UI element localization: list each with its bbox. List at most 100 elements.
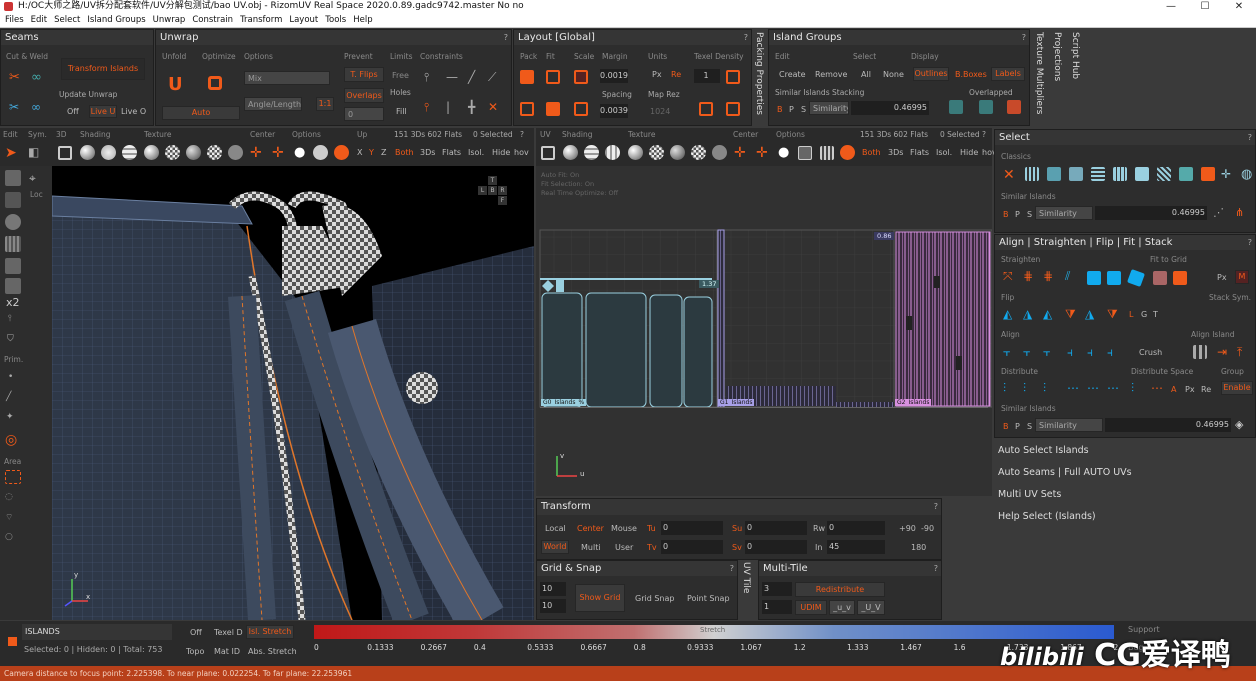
align-sim-b[interactable]: B xyxy=(1003,422,1009,431)
flip-1-icon[interactable]: ◭ xyxy=(1003,307,1017,321)
uv-tile-icon[interactable] xyxy=(798,146,812,160)
light-icon[interactable]: ● xyxy=(294,145,308,160)
tv-field[interactable]: 0 xyxy=(661,540,723,554)
align-3-icon[interactable]: ⫟ xyxy=(1043,345,1057,359)
align-sim-s[interactable]: S xyxy=(1027,422,1032,431)
stack-overlap-icon[interactable] xyxy=(979,100,993,114)
tool-circle-select-icon[interactable]: ○ xyxy=(5,532,19,546)
auto-seams[interactable]: Auto Seams | Full AUTO UVs xyxy=(998,467,1132,478)
islands-mode[interactable]: ISLANDS xyxy=(22,624,172,640)
uv-checker-icon[interactable] xyxy=(649,145,664,160)
select-grid-5-icon[interactable] xyxy=(1113,167,1127,181)
flip-2-icon[interactable]: ◮ xyxy=(1023,307,1037,321)
menu-files[interactable]: Files xyxy=(3,13,29,27)
tool-loc-icon[interactable]: ⌖ xyxy=(29,171,43,185)
uv-dark-sphere-icon[interactable] xyxy=(670,145,685,160)
dist-2-icon[interactable]: ⫶ xyxy=(1023,381,1037,395)
dist-6-icon[interactable]: ⋯ xyxy=(1107,381,1121,395)
uv-viewport[interactable]: Auto Fit: On Fit Selection: On Real Time O… xyxy=(536,166,992,496)
checker-sphere-icon[interactable] xyxy=(165,145,180,160)
align-5-icon[interactable]: ⫞ xyxy=(1087,345,1101,359)
axis-z[interactable]: Z xyxy=(381,148,386,157)
align-island-1-icon[interactable] xyxy=(1193,345,1207,359)
margin-field[interactable]: 0.0019 xyxy=(600,69,628,83)
both-toggle[interactable]: Both xyxy=(395,148,414,157)
show-grid-button[interactable]: Show Grid xyxy=(575,584,625,612)
dist-a[interactable]: A xyxy=(1171,385,1176,394)
select-grid-4-icon[interactable] xyxy=(1091,167,1105,181)
tiles-u-field[interactable]: 3 xyxy=(762,582,792,596)
multi-uv-sets[interactable]: Multi UV Sets xyxy=(998,489,1061,500)
similarity-select[interactable]: Similarity xyxy=(1035,206,1093,220)
similar-select-icon[interactable]: ⋰ xyxy=(1213,206,1227,220)
ratio-button[interactable]: 1:1 xyxy=(316,97,334,111)
fit-px-button[interactable]: Px xyxy=(1217,273,1227,282)
tool-line-icon[interactable]: ╱ xyxy=(6,392,20,406)
stack-similarity-select[interactable]: Similarity xyxy=(809,101,849,115)
fill-label[interactable]: Fill xyxy=(396,107,407,116)
rotate-minus-90[interactable]: -90 xyxy=(921,524,934,533)
sim-p[interactable]: P xyxy=(1015,210,1020,219)
local-button[interactable]: Local xyxy=(545,524,566,533)
uv-checker-2-icon[interactable] xyxy=(691,145,706,160)
tool-rect-select-icon[interactable] xyxy=(5,470,21,484)
flip-6-icon[interactable]: ⧩ xyxy=(1107,307,1121,321)
weld-icon[interactable]: ∞ xyxy=(31,70,45,85)
center-button[interactable]: Center xyxy=(577,524,604,533)
dist-re[interactable]: Re xyxy=(1201,385,1211,394)
uv-sphere-1-icon[interactable] xyxy=(563,145,578,160)
select-grid-2-icon[interactable] xyxy=(1047,167,1061,181)
group-enable-button[interactable]: Enable xyxy=(1221,381,1253,395)
straighten-1-icon[interactable]: ⤧ xyxy=(1003,269,1017,283)
fit-grid-5-icon[interactable] xyxy=(1173,271,1187,285)
rotate-plus-90[interactable]: +90 xyxy=(899,524,916,533)
unfold-icon[interactable]: U xyxy=(168,74,183,95)
tool-globe-icon[interactable]: ◎ xyxy=(5,432,19,448)
tool-pin-icon[interactable]: ⫯ xyxy=(8,314,22,328)
center-cross-icon[interactable]: ✛ xyxy=(250,145,264,161)
dist-px[interactable]: Px xyxy=(1185,385,1195,394)
create-button[interactable]: Create xyxy=(779,70,806,79)
wire-sphere-icon[interactable] xyxy=(122,145,137,160)
tiles-v-field[interactable]: 1 xyxy=(762,600,792,614)
overlaps-button[interactable]: Overlaps xyxy=(344,88,384,103)
rotate-180[interactable]: 180 xyxy=(911,543,926,552)
sv-field[interactable]: 0 xyxy=(745,540,807,554)
half-sphere-icon[interactable] xyxy=(228,145,243,160)
option-orange-sphere-icon[interactable] xyxy=(334,145,349,160)
flip-4-icon[interactable]: ⧩ xyxy=(1065,307,1079,321)
align-6-icon[interactable]: ⫞ xyxy=(1107,345,1121,359)
dist-1-icon[interactable]: ⫶ xyxy=(1003,381,1017,395)
uv-frame-icon[interactable] xyxy=(541,146,555,160)
uv-center-icon[interactable]: ✛ xyxy=(734,145,748,161)
user-button[interactable]: User xyxy=(615,543,633,552)
re-unit[interactable]: Re xyxy=(671,70,681,79)
option-sphere-icon[interactable] xyxy=(313,145,328,160)
weld-edge-icon[interactable]: ∞ xyxy=(31,100,45,114)
fit-grid-4-icon[interactable] xyxy=(1153,271,1167,285)
tool-edge-icon[interactable] xyxy=(5,192,21,208)
help-select-islands[interactable]: Help Select (Islands) xyxy=(998,511,1096,522)
uv-texture-sphere-icon[interactable] xyxy=(628,145,643,160)
udim-button[interactable]: UDIM xyxy=(795,600,827,615)
uv-upper-button[interactable]: _U_V xyxy=(857,600,885,615)
similarity-value[interactable]: 0.46995 xyxy=(1095,206,1207,220)
uv-hide-toggle[interactable]: Hide xyxy=(960,148,978,157)
align-island-3-icon[interactable]: ⤒ xyxy=(1237,345,1251,359)
stack-b[interactable]: B xyxy=(777,105,783,114)
world-button[interactable]: World xyxy=(541,540,569,554)
clear-constraint-icon[interactable]: ✕ xyxy=(488,100,502,114)
live-o-button[interactable]: Live O xyxy=(121,107,146,116)
pack-icon[interactable] xyxy=(520,70,534,84)
su-field[interactable]: 0 xyxy=(745,521,807,535)
multi-button[interactable]: Multi xyxy=(581,543,601,552)
dist-5-icon[interactable]: ⋯ xyxy=(1087,381,1101,395)
optimize-icon[interactable] xyxy=(208,76,222,90)
mode-topo[interactable]: Topo xyxy=(186,647,204,656)
flip-3-icon[interactable]: ◭ xyxy=(1043,307,1057,321)
select-grow-icon[interactable] xyxy=(1179,167,1193,181)
align-1-icon[interactable]: ⫟ xyxy=(1003,345,1017,359)
texture-sphere-icon[interactable] xyxy=(144,145,159,160)
mode-isl-stretch[interactable]: Isl. Stretch xyxy=(246,625,294,639)
cut-edge-icon[interactable]: ✂ xyxy=(9,100,23,114)
